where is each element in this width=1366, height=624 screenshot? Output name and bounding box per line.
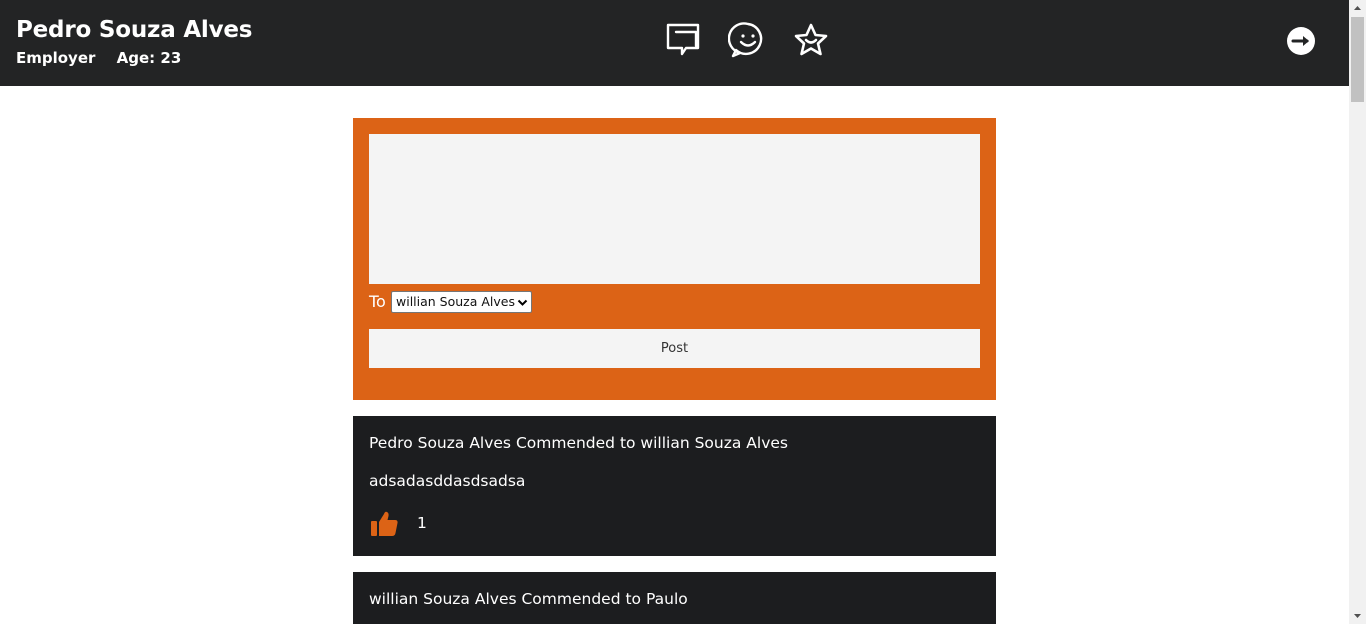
like-count: 1 xyxy=(417,514,427,532)
feed-post: willian Souza Alves Commended to Paulo xyxy=(353,572,996,624)
recipient-selected-value: willian Souza Alves xyxy=(396,294,515,309)
thumbs-up-icon[interactable] xyxy=(369,508,399,538)
scrollbar-thumb[interactable] xyxy=(1351,17,1364,102)
scroll-down-arrow-icon[interactable] xyxy=(1349,607,1366,624)
top-bar: Pedro Souza Alves Employer Age: 23 xyxy=(0,0,1349,86)
user-role: Employer xyxy=(16,49,96,67)
user-meta: Employer Age: 23 xyxy=(16,49,181,67)
smiley-chat-icon[interactable] xyxy=(728,20,768,60)
post-composer: To willian Souza Alves Post xyxy=(353,118,996,400)
post-body: adsadasddasdsadsa xyxy=(369,472,526,490)
chevron-down-icon xyxy=(517,299,528,306)
post-button[interactable]: Post xyxy=(369,329,980,368)
page: Pedro Souza Alves Employer Age: 23 To wi… xyxy=(0,0,1366,624)
user-name: Pedro Souza Alves xyxy=(16,17,253,43)
logout-arrow-icon[interactable] xyxy=(1286,26,1316,56)
user-age: Age: 23 xyxy=(116,49,182,67)
post-title: willian Souza Alves Commended to Paulo xyxy=(369,590,688,608)
page-scrollbar[interactable] xyxy=(1349,0,1366,624)
scroll-up-arrow-icon[interactable] xyxy=(1349,0,1366,17)
star-icon[interactable] xyxy=(791,20,831,60)
post-title: Pedro Souza Alves Commended to willian S… xyxy=(369,434,788,452)
to-label: To xyxy=(369,292,386,311)
message-input[interactable] xyxy=(369,134,980,284)
feed-post: Pedro Souza Alves Commended to willian S… xyxy=(353,416,996,556)
chat-bubbles-icon[interactable] xyxy=(663,20,703,60)
recipient-select[interactable]: willian Souza Alves xyxy=(391,291,532,313)
